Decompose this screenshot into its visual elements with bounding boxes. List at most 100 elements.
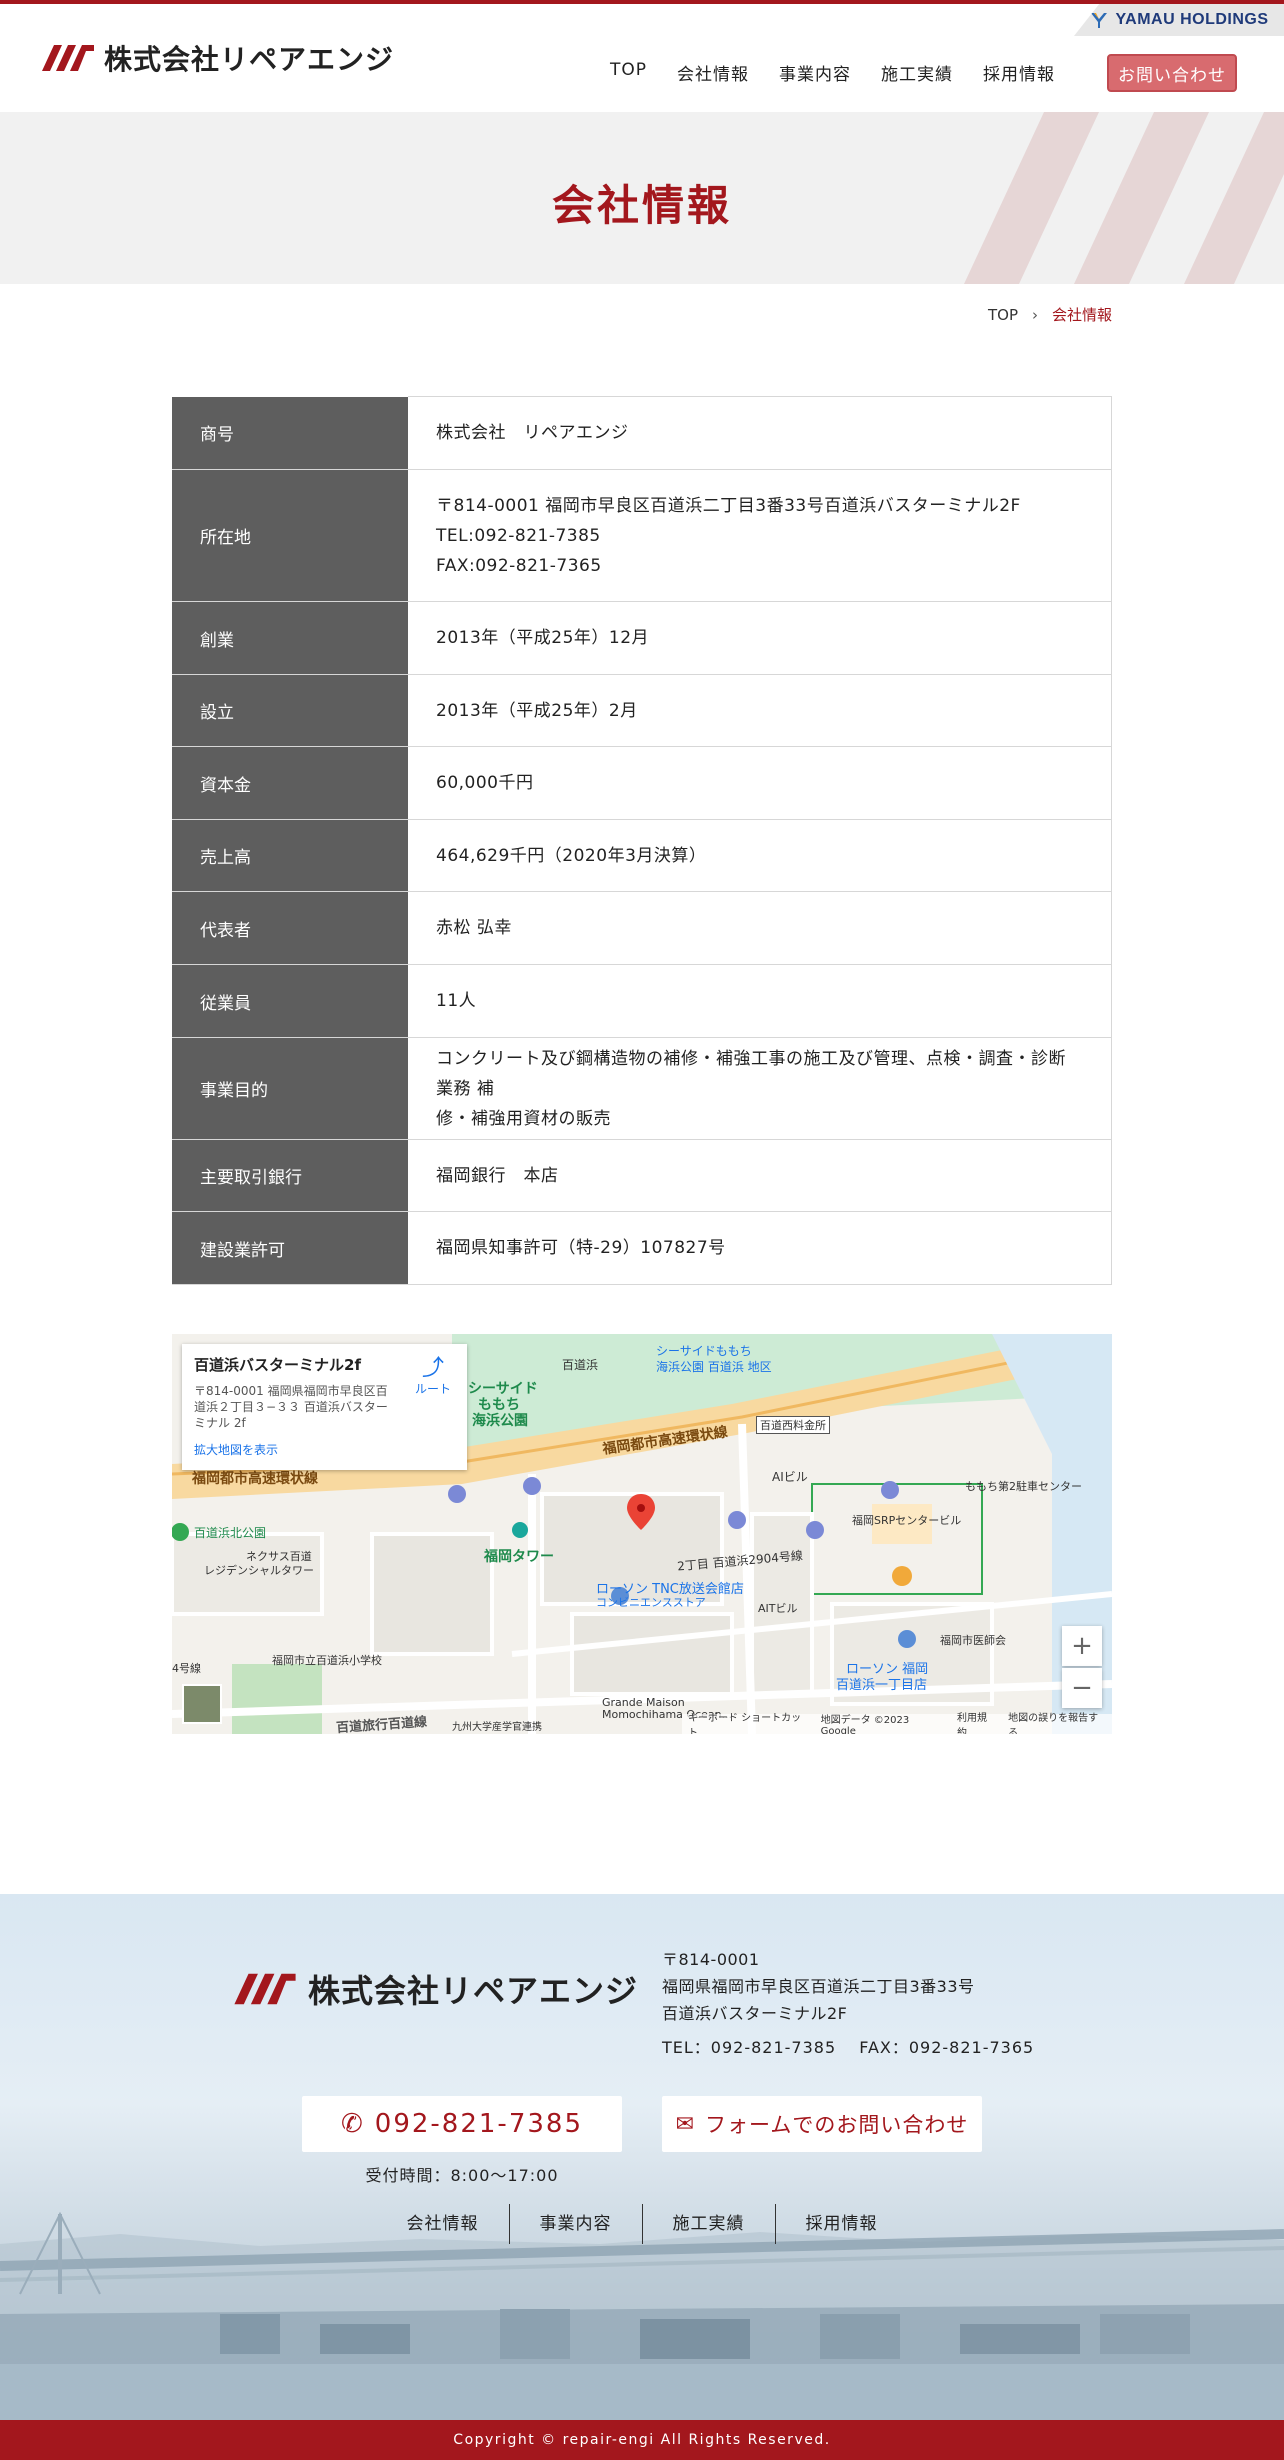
nav-works[interactable]: 施工実績 (881, 60, 953, 85)
row-value: 福岡県知事許可（特-29）107827号 (408, 1211, 1112, 1285)
table-row: 代表者 赤松 弘幸 (172, 891, 1112, 965)
map-label: ももち第2駐車センター (965, 1480, 1082, 1493)
row-label: 商号 (172, 396, 408, 470)
main-nav: TOP 会社情報 事業内容 施工実績 採用情報 (610, 60, 1085, 85)
row-label: 従業員 (172, 964, 408, 1038)
nav-company-info[interactable]: 会社情報 (677, 60, 749, 85)
footer-nav-recruit[interactable]: 採用情報 (776, 2204, 908, 2244)
row-label: 設立 (172, 674, 408, 747)
footer-phone-number: 092-821-7385 (374, 2109, 583, 2139)
holdings-link[interactable]: YAMAU HOLDINGS (1074, 4, 1284, 36)
map-place-card: 百道浜バスターミナル2f 〒814-0001 福岡県福岡市早良区百道浜２丁目３−… (182, 1344, 467, 1470)
value-line: 60,000千円 (436, 773, 534, 793)
footer-nav-company-info[interactable]: 会社情報 (377, 2204, 510, 2244)
map-route-label: ルート (414, 1382, 451, 1396)
nav-top[interactable]: TOP (610, 60, 647, 85)
footer-phone-button[interactable]: ✆ 092-821-7385 (302, 2096, 622, 2152)
map-label: 福岡タワー (484, 1549, 554, 1565)
footer-cityscape-background (0, 2211, 1284, 2420)
google-map[interactable]: 百道浜 シーサイドももち 海浜公園 百道浜 地区 シーサイド ももち 海浜公園 … (172, 1334, 1112, 1734)
value-line: 2013年（平成25年）12月 (436, 628, 650, 648)
contact-button[interactable]: お問い合わせ (1107, 54, 1237, 92)
row-label: 建設業許可 (172, 1211, 408, 1285)
value-line: 株式会社 リペアエンジ (436, 423, 629, 443)
page-hero: 会社情報 (0, 112, 1284, 284)
value-line: コンクリート及び鋼構造物の補修・補強工事の施工及び管理、点検・調査・診断業務 補 (436, 1048, 1066, 1099)
page-title: 会社情報 (551, 181, 732, 230)
row-value: 464,629千円（2020年3月決算） (408, 819, 1112, 892)
breadcrumb: TOP › 会社情報 (988, 304, 1112, 325)
repair-engi-logo-icon (234, 1973, 296, 2005)
map-label: シーサイドももち (656, 1344, 752, 1358)
footer-nav-works[interactable]: 施工実績 (643, 2204, 776, 2244)
table-row: 資本金 60,000千円 (172, 746, 1112, 820)
table-row: 創業 2013年（平成25年）12月 (172, 601, 1112, 675)
map-label: コンビニエンスストア (596, 1596, 706, 1609)
footer-address: 〒814-0001 福岡県福岡市早良区百道浜二丁目3番33号 百道浜バスターミナ… (662, 1946, 975, 2027)
table-row: 商号 株式会社 リペアエンジ (172, 396, 1112, 470)
map-enlarge-link[interactable]: 拡大地図を表示 (194, 1441, 278, 1458)
row-value: 11人 (408, 964, 1112, 1038)
table-row: 設立 2013年（平成25年）2月 (172, 674, 1112, 747)
map-satellite-toggle[interactable] (182, 1684, 222, 1724)
map-report-link[interactable]: 地図の誤りを報告する (1008, 1709, 1106, 1734)
footer-nav: 会社情報 事業内容 施工実績 採用情報 (0, 2204, 1284, 2244)
map-label: 九州大学産学官連携 (452, 1722, 542, 1733)
table-row: 事業目的 コンクリート及び鋼構造物の補修・補強工事の施工及び管理、点検・調査・診… (172, 1037, 1112, 1140)
company-info-table: 商号 株式会社 リペアエンジ 所在地 〒814-0001 福岡市早良区百道浜二丁… (172, 396, 1112, 1285)
value-line: 赤松 弘幸 (436, 918, 512, 938)
map-label: 海浜公園 百道浜 地区 (656, 1360, 772, 1374)
phone-icon: ✆ (341, 2109, 365, 2139)
map-zoom-in-button[interactable]: + (1062, 1626, 1102, 1666)
footer-form-label: フォームでのお問い合わせ (705, 2113, 969, 2137)
repair-engi-logo-icon (42, 45, 94, 71)
footer-company-name: 株式会社リペアエンジ (308, 1972, 639, 2010)
row-value: 赤松 弘幸 (408, 891, 1112, 965)
map-label: 百道浜 (562, 1358, 599, 1372)
chevron-right-icon: › (1031, 305, 1038, 324)
map-zoom-out-button[interactable]: − (1062, 1668, 1102, 1708)
row-label: 代表者 (172, 891, 408, 965)
value-line: TEL:092-821-7385 (436, 525, 601, 546)
map-label: AITビル (758, 1602, 798, 1615)
map-route-button[interactable]: ⤴ ルート (415, 1358, 451, 1397)
map-label: レジデンシャルタワー (204, 1564, 314, 1577)
logo-company-name: 株式会社リペアエンジ (104, 43, 395, 76)
row-value: 福岡銀行 本店 (408, 1139, 1112, 1212)
row-value: 〒814-0001 福岡市早良区百道浜二丁目3番33号百道浜バスターミナル2F … (408, 469, 1112, 602)
table-row: 建設業許可 福岡県知事許可（特-29）107827号 (172, 1211, 1112, 1285)
footer-tel-fax: TEL：092-821-7385 FAX：092-821-7365 (662, 2038, 1035, 2057)
value-line: 〒814-0001 福岡市早良区百道浜二丁目3番33号百道浜バスターミナル2F (436, 495, 1021, 516)
site-logo[interactable]: 株式会社リペアエンジ (40, 38, 394, 78)
row-label: 主要取引銀行 (172, 1139, 408, 1212)
directions-icon: ⤴ (421, 1356, 444, 1381)
nav-business[interactable]: 事業内容 (779, 60, 851, 85)
map-label: 福岡SRPセンタービル (852, 1514, 962, 1527)
value-line: FAX:092-821-7365 (436, 555, 602, 576)
site-footer: 株式会社リペアエンジ 〒814-0001 福岡県福岡市早良区百道浜二丁目3番33… (0, 1894, 1284, 2420)
map-attribution: キーボード ショートカット 地図データ ©2023 Google 利用規約 地図… (682, 1713, 1112, 1734)
map-shortcuts-link[interactable]: キーボード ショートカット (688, 1709, 809, 1734)
value-line: 2013年（平成25年）2月 (436, 700, 638, 721)
yamau-logo-icon (1091, 13, 1108, 28)
value-line: 464,629千円（2020年3月決算） (436, 845, 707, 866)
map-terms-link[interactable]: 利用規約 (957, 1709, 996, 1734)
address-line: 百道浜バスターミナル2F (662, 2004, 848, 2023)
footer-logo[interactable]: 株式会社リペアエンジ (232, 1966, 638, 2012)
footer-form-button[interactable]: ✉ フォームでのお問い合わせ (662, 2096, 982, 2152)
nav-recruit[interactable]: 採用情報 (983, 60, 1055, 85)
row-value: 2013年（平成25年）12月 (408, 601, 1112, 675)
row-value: 2013年（平成25年）2月 (408, 674, 1112, 747)
breadcrumb-current: 会社情報 (1051, 306, 1112, 324)
value-line: 福岡県知事許可（特-29）107827号 (436, 1238, 726, 1258)
address-line: 福岡県福岡市早良区百道浜二丁目3番33号 (662, 1977, 975, 1996)
map-label: 4号線 (172, 1662, 201, 1675)
value-line: 11人 (436, 991, 477, 1011)
breadcrumb-top[interactable]: TOP (988, 306, 1018, 324)
holdings-label: YAMAU HOLDINGS (1115, 11, 1269, 28)
map-label: 海浜公園 (472, 1413, 528, 1429)
row-label: 売上高 (172, 819, 408, 892)
table-row: 所在地 〒814-0001 福岡市早良区百道浜二丁目3番33号百道浜バスターミナ… (172, 469, 1112, 602)
footer-nav-business[interactable]: 事業内容 (510, 2204, 643, 2244)
value-line: 修・補強用資材の販売 (436, 1108, 611, 1129)
